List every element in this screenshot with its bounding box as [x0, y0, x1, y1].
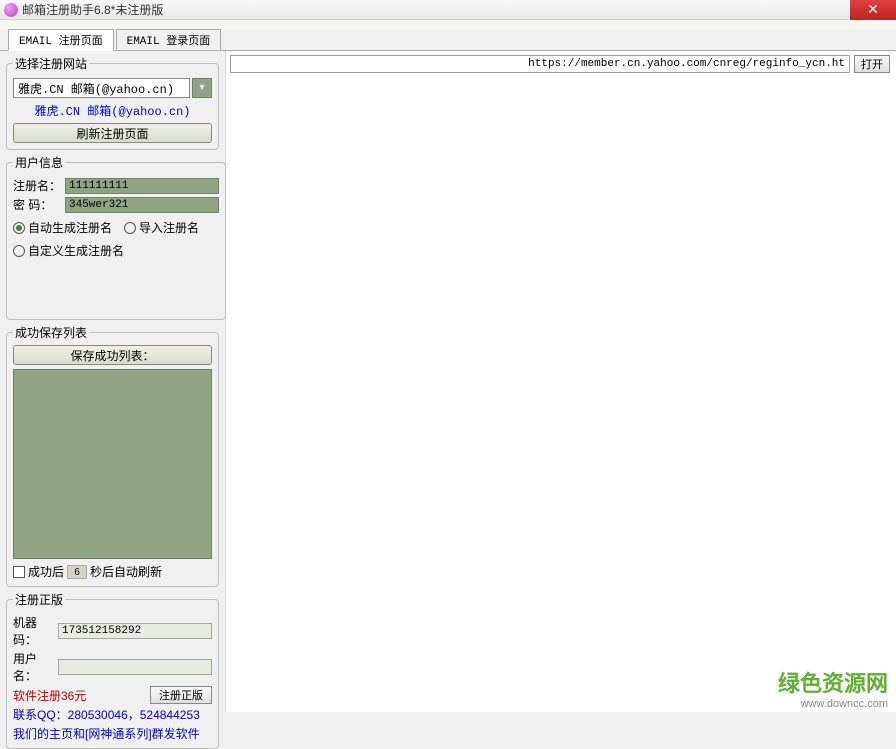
success-after-label: 成功后 [28, 563, 64, 580]
browser-area: 打开 [226, 51, 896, 712]
main-area: 选择注册网站 雅虎.CN 邮箱(@yahoo.cn) ▾ 雅虎.CN 邮箱(@y… [0, 50, 896, 712]
register-button[interactable]: 注册正版 [150, 686, 212, 704]
url-input[interactable] [230, 55, 850, 73]
radio-custom[interactable]: 自定义生成注册名 [13, 242, 124, 259]
savelist-area[interactable] [13, 369, 212, 559]
savelist-group: 成功保存列表 保存成功列表： 成功后 6 秒后自动刷新 [6, 324, 219, 587]
site-link[interactable]: 雅虎.CN 邮箱(@yahoo.cn) [13, 98, 212, 123]
chevron-down-icon[interactable]: ▾ [192, 78, 212, 98]
register-group: 注册正版 机器码： 用户名： 软件注册36元 注册正版 联系QQ：2805300… [6, 591, 219, 749]
titlebar: 邮箱注册助手6.8*未注册版 ✕ [0, 0, 896, 20]
seconds-after-label: 秒后自动刷新 [90, 563, 162, 580]
reguser-input[interactable] [58, 659, 212, 675]
window-title: 邮箱注册助手6.8*未注册版 [22, 1, 163, 18]
reguser-label: 用户名： [13, 650, 52, 684]
watermark: 绿色资源网 www.downcc.com [778, 666, 888, 710]
machine-input[interactable] [58, 623, 212, 639]
radio-import-label: 导入注册名 [139, 219, 199, 236]
radio-import[interactable]: 导入注册名 [124, 219, 199, 236]
refresh-button[interactable]: 刷新注册页面 [13, 123, 212, 143]
watermark-url: www.downcc.com [778, 698, 888, 710]
savelist-legend: 成功保存列表 [13, 324, 89, 341]
register-legend: 注册正版 [13, 591, 65, 608]
site-group: 选择注册网站 雅虎.CN 邮箱(@yahoo.cn) ▾ 雅虎.CN 邮箱(@y… [6, 55, 219, 150]
radio-auto-label: 自动生成注册名 [28, 219, 112, 236]
seconds-value: 6 [67, 565, 87, 579]
app-icon [4, 3, 18, 17]
savelist-header-button[interactable]: 保存成功列表： [13, 345, 212, 365]
name-input[interactable] [65, 178, 219, 194]
tab-register[interactable]: EMAIL 注册页面 [8, 29, 114, 51]
radio-icon [13, 245, 25, 257]
contact-link[interactable]: 联系QQ：280530046，524844253 [13, 706, 200, 723]
sidebar: 选择注册网站 雅虎.CN 邮箱(@yahoo.cn) ▾ 雅虎.CN 邮箱(@y… [0, 51, 226, 712]
name-label: 注册名： [13, 177, 61, 194]
tab-login[interactable]: EMAIL 登录页面 [116, 29, 222, 50]
homepage-link[interactable]: 我们的主页和[网神通系列]群发软件 [13, 725, 200, 742]
radio-icon [124, 222, 136, 234]
pwd-input[interactable] [65, 197, 219, 213]
watermark-title: 绿色资源网 [778, 666, 888, 698]
radio-custom-label: 自定义生成注册名 [28, 242, 124, 259]
radio-icon [13, 222, 25, 234]
price-label: 软件注册36元 [13, 687, 86, 704]
user-group: 用户信息 注册名： 密 码： 自动生成注册名 导入注册名 [6, 154, 226, 320]
pwd-label: 密 码： [13, 196, 61, 213]
site-legend: 选择注册网站 [13, 55, 89, 72]
user-legend: 用户信息 [13, 154, 65, 171]
site-select[interactable]: 雅虎.CN 邮箱(@yahoo.cn) [13, 78, 190, 98]
auto-refresh-checkbox[interactable] [13, 566, 25, 578]
radio-auto[interactable]: 自动生成注册名 [13, 219, 112, 236]
machine-label: 机器码： [13, 614, 52, 648]
tab-bar: EMAIL 注册页面 EMAIL 登录页面 [0, 30, 896, 50]
close-button[interactable]: ✕ [850, 0, 896, 20]
open-button[interactable]: 打开 [854, 55, 890, 73]
